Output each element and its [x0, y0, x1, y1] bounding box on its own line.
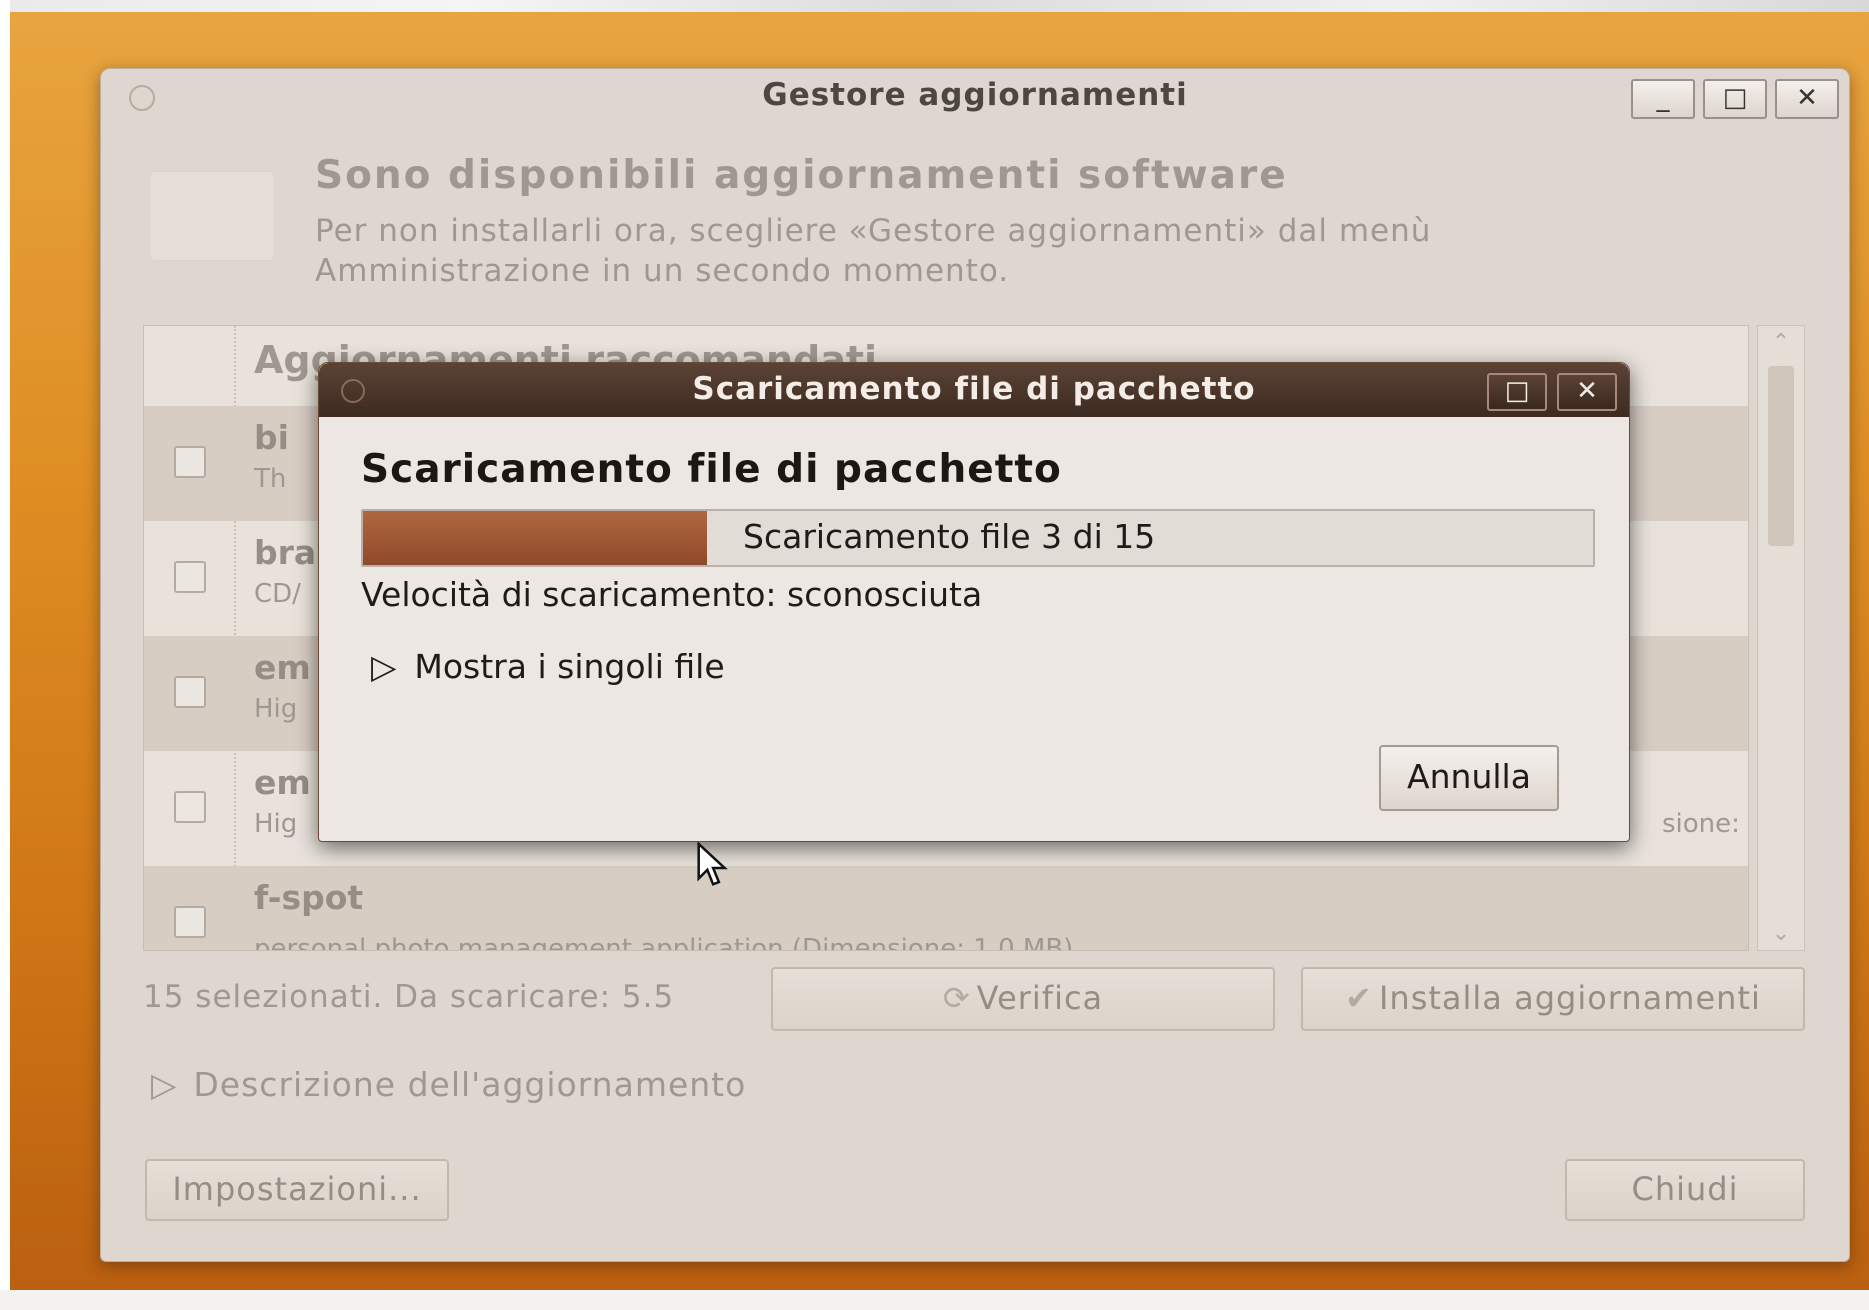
expander-arrow-icon: ▷ [151, 1065, 178, 1104]
dialog-heading: Scaricamento file di pacchetto [361, 447, 1062, 492]
download-progress-bar: Scaricamento file 3 di 15 [361, 509, 1595, 567]
package-name: em [254, 763, 311, 802]
download-speed: Velocità di scaricamento: sconosciuta [361, 575, 983, 614]
window-title: Gestore aggiornamenti [762, 77, 1188, 113]
close-icon: ✕ [1576, 376, 1598, 406]
update-description-expander[interactable]: ▷ Descrizione dell'aggiornamento [151, 1065, 746, 1104]
dialog-close-button[interactable]: ✕ [1557, 373, 1617, 411]
progress-text: Scaricamento file 3 di 15 [743, 517, 1156, 556]
expander-label: Descrizione dell'aggiornamento [193, 1065, 747, 1104]
package-name: f-spot [254, 878, 364, 917]
list-scrollbar[interactable]: ⌃ ⌄ [1757, 325, 1805, 951]
install-button-label: Installa aggiornamenti [1378, 979, 1761, 1017]
show-files-label: Mostra i singoli file [414, 647, 725, 686]
desktop-bottom-edge [0, 1290, 1869, 1310]
scroll-thumb[interactable] [1768, 366, 1794, 546]
refresh-icon: ⟳ [942, 979, 971, 1017]
update-checkbox[interactable] [174, 791, 206, 823]
header-description: Per non installarli ora, scegliere «Gest… [315, 213, 1432, 289]
download-dialog: Scaricamento file di pacchetto □ ✕ Scari… [318, 362, 1630, 842]
scroll-down-icon[interactable]: ⌄ [1758, 921, 1804, 946]
list-item[interactable]: f-spot personal photo management applica… [144, 866, 1748, 951]
mouse-pointer-icon [697, 842, 728, 886]
check-button[interactable]: ⟳ Verifica [771, 967, 1275, 1031]
package-description: CD/ [254, 579, 301, 609]
scroll-up-icon[interactable]: ⌃ [1758, 330, 1804, 355]
package-name: em [254, 648, 311, 687]
install-check-icon: ✔ [1345, 979, 1373, 1017]
dialog-maximize-button[interactable]: □ [1487, 373, 1547, 411]
progress-fill [363, 511, 708, 565]
update-checkbox[interactable] [174, 561, 206, 593]
package-description: personal photo management application (D… [254, 934, 1074, 951]
header-title: Sono disponibili aggiornamenti software [315, 153, 1288, 198]
maximize-button[interactable]: □ [1703, 79, 1767, 119]
install-updates-button[interactable]: ✔ Installa aggiornamenti [1301, 967, 1805, 1031]
check-button-label: Verifica [976, 979, 1104, 1017]
show-files-expander[interactable]: ▷ Mostra i singoli file [371, 647, 725, 686]
update-checkbox[interactable] [174, 676, 206, 708]
package-description-right: sione: [1662, 809, 1740, 839]
update-checkbox[interactable] [174, 446, 206, 478]
desktop-left-edge [0, 0, 10, 1310]
package-icon [149, 171, 275, 261]
maximize-icon: □ [1504, 376, 1530, 406]
package-description: Th [254, 464, 287, 494]
settings-button[interactable]: Impostazioni... [145, 1159, 449, 1221]
close-window-button[interactable]: ✕ [1775, 79, 1839, 119]
minimize-icon: _ [1656, 83, 1670, 113]
update-checkbox[interactable] [174, 906, 206, 938]
dialog-titlebar[interactable]: Scaricamento file di pacchetto □ ✕ [319, 363, 1629, 417]
package-description: Hig [254, 809, 298, 839]
package-name: bra [254, 533, 317, 572]
minimize-button[interactable]: _ [1631, 79, 1695, 119]
package-description: Hig [254, 694, 298, 724]
cancel-button[interactable]: Annulla [1379, 745, 1559, 811]
desktop-top-edge [0, 0, 1869, 12]
package-name: bi [254, 418, 289, 457]
maximize-icon: □ [1722, 83, 1748, 113]
dialog-title: Scaricamento file di pacchetto [692, 371, 1256, 407]
selection-status: 15 selezionati. Da scaricare: 5.5 [143, 979, 675, 1015]
close-button[interactable]: Chiudi [1565, 1159, 1805, 1221]
close-icon: ✕ [1796, 83, 1818, 113]
expander-arrow-icon: ▷ [371, 647, 397, 686]
